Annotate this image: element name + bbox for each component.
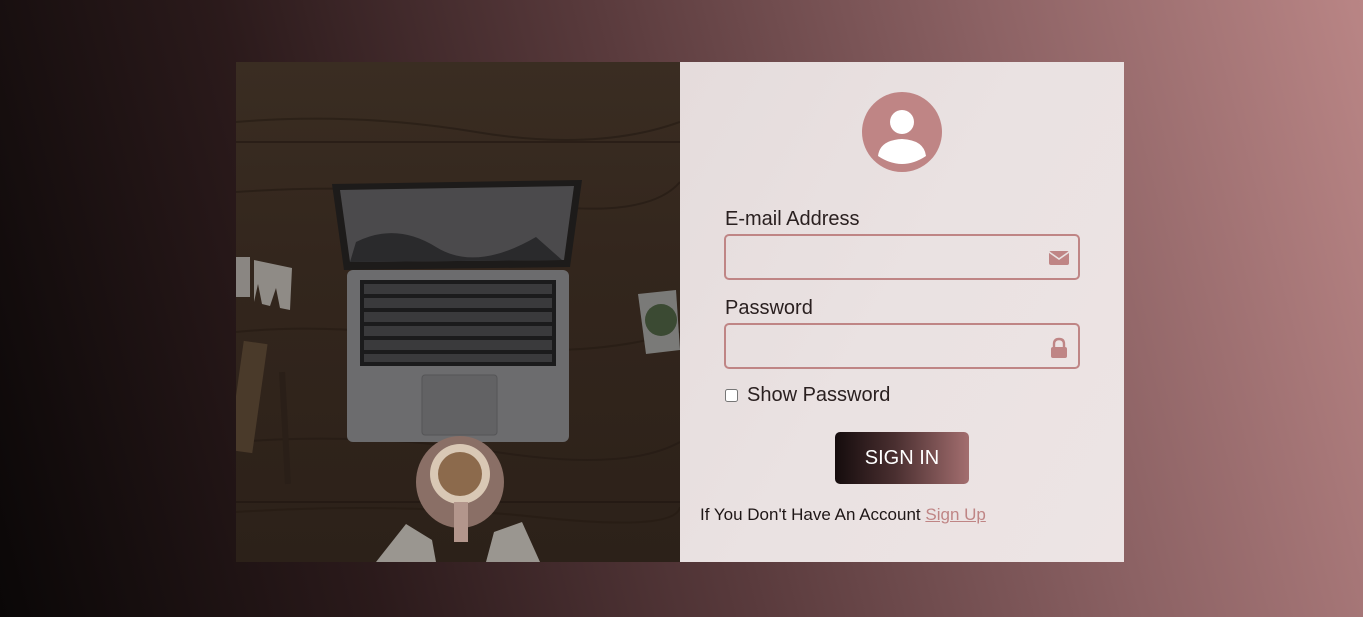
password-field-wrapper bbox=[724, 323, 1080, 369]
email-field[interactable] bbox=[726, 236, 1056, 276]
show-password-label: Show Password bbox=[747, 384, 891, 406]
password-field[interactable] bbox=[726, 325, 1056, 365]
email-field-wrapper bbox=[724, 234, 1080, 280]
signup-prompt-text: If You Don't Have An Account bbox=[700, 505, 921, 524]
lock-icon bbox=[1048, 337, 1070, 358]
laptop-coffee-photo bbox=[236, 62, 680, 562]
login-form-panel: E-mail Address Password Show Password SI… bbox=[680, 62, 1124, 562]
show-password-toggle[interactable]: Show Password bbox=[725, 384, 890, 407]
user-avatar-icon bbox=[862, 92, 942, 172]
login-card: E-mail Address Password Show Password SI… bbox=[236, 62, 1124, 562]
sign-in-button[interactable]: SIGN IN bbox=[835, 432, 969, 484]
envelope-icon bbox=[1048, 248, 1070, 268]
sign-up-link[interactable]: Sign Up bbox=[925, 505, 985, 524]
signup-prompt-line: If You Don't Have An Account Sign Up bbox=[700, 505, 986, 525]
email-label: E-mail Address bbox=[725, 208, 860, 230]
password-label: Password bbox=[725, 297, 813, 319]
show-password-checkbox[interactable] bbox=[725, 389, 738, 402]
